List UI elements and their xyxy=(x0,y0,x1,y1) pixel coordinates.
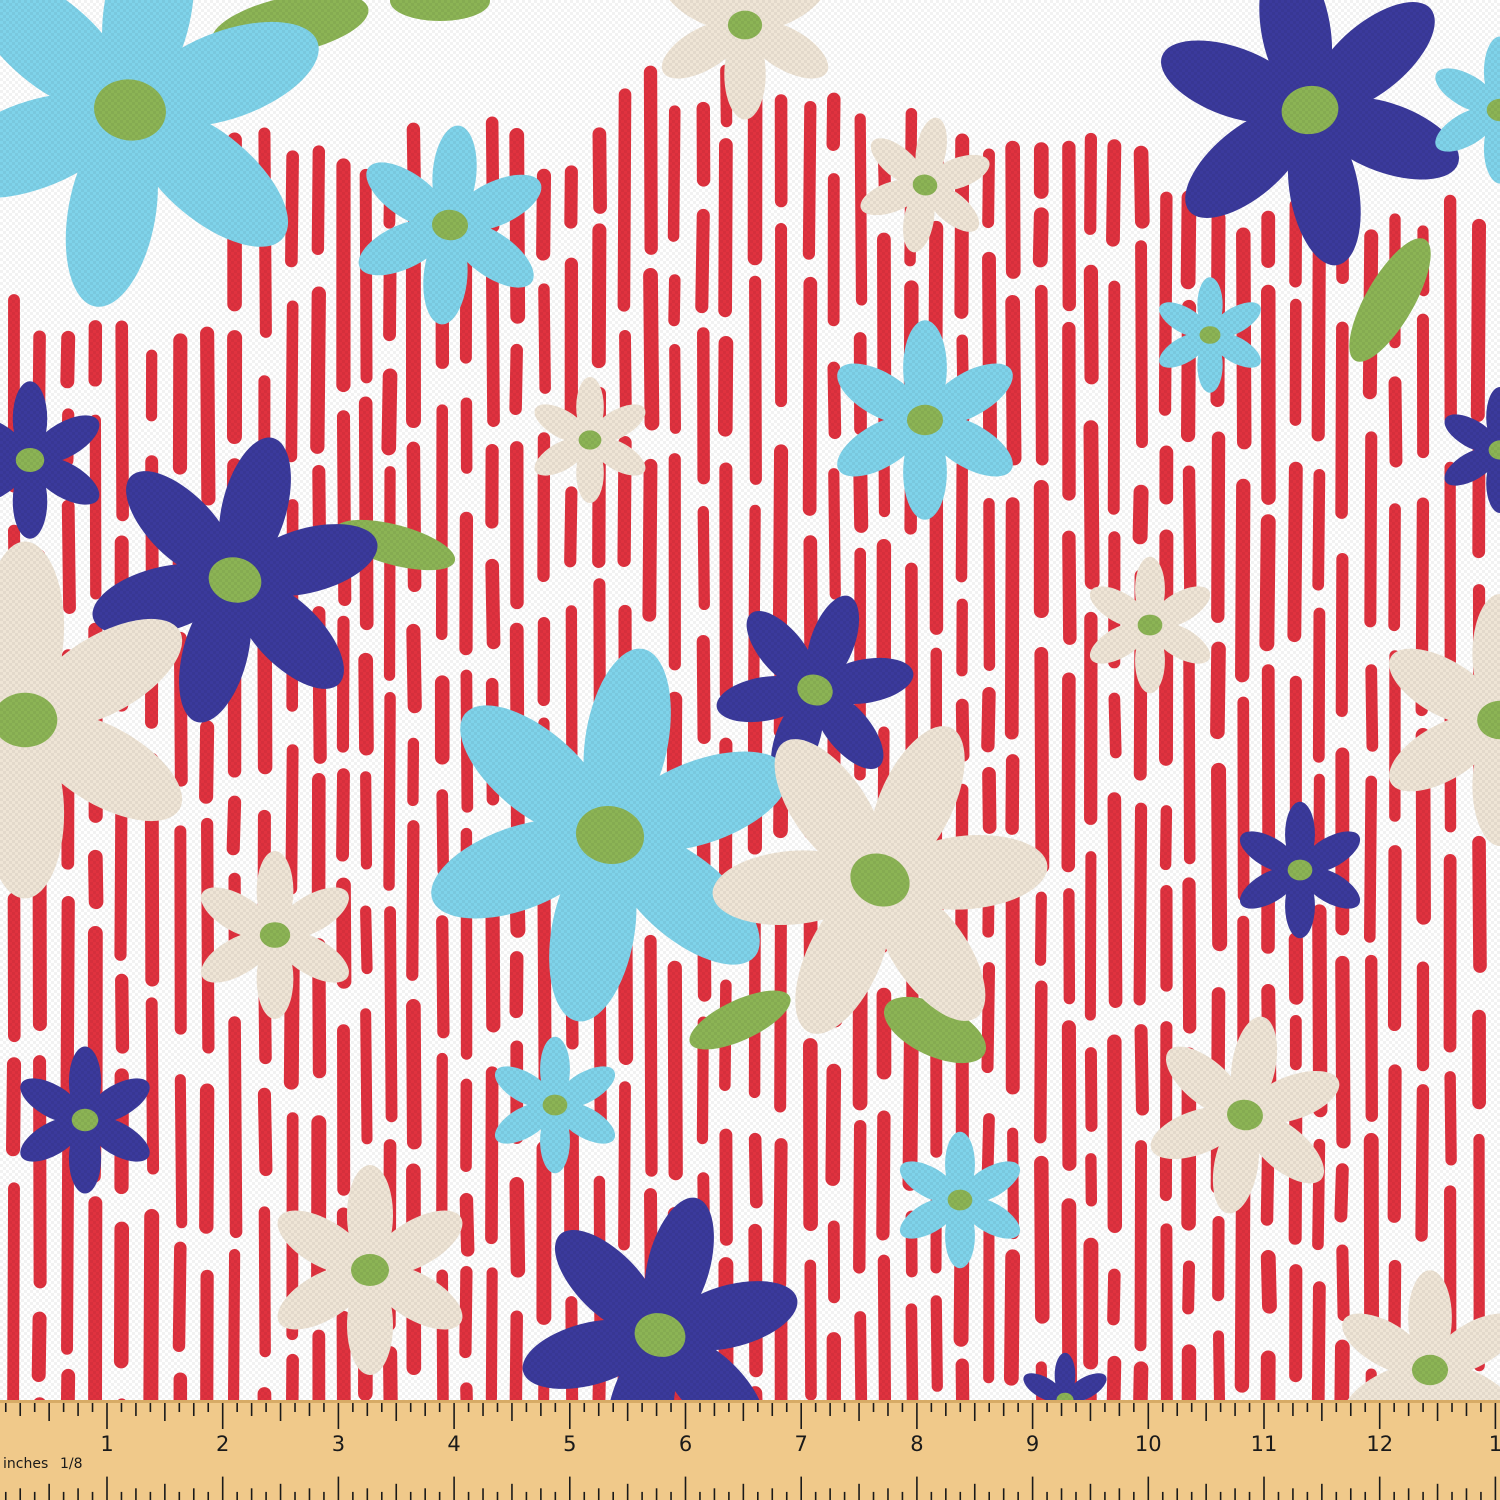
fabric-pattern xyxy=(0,0,1500,1500)
weave-texture xyxy=(0,0,1500,1500)
